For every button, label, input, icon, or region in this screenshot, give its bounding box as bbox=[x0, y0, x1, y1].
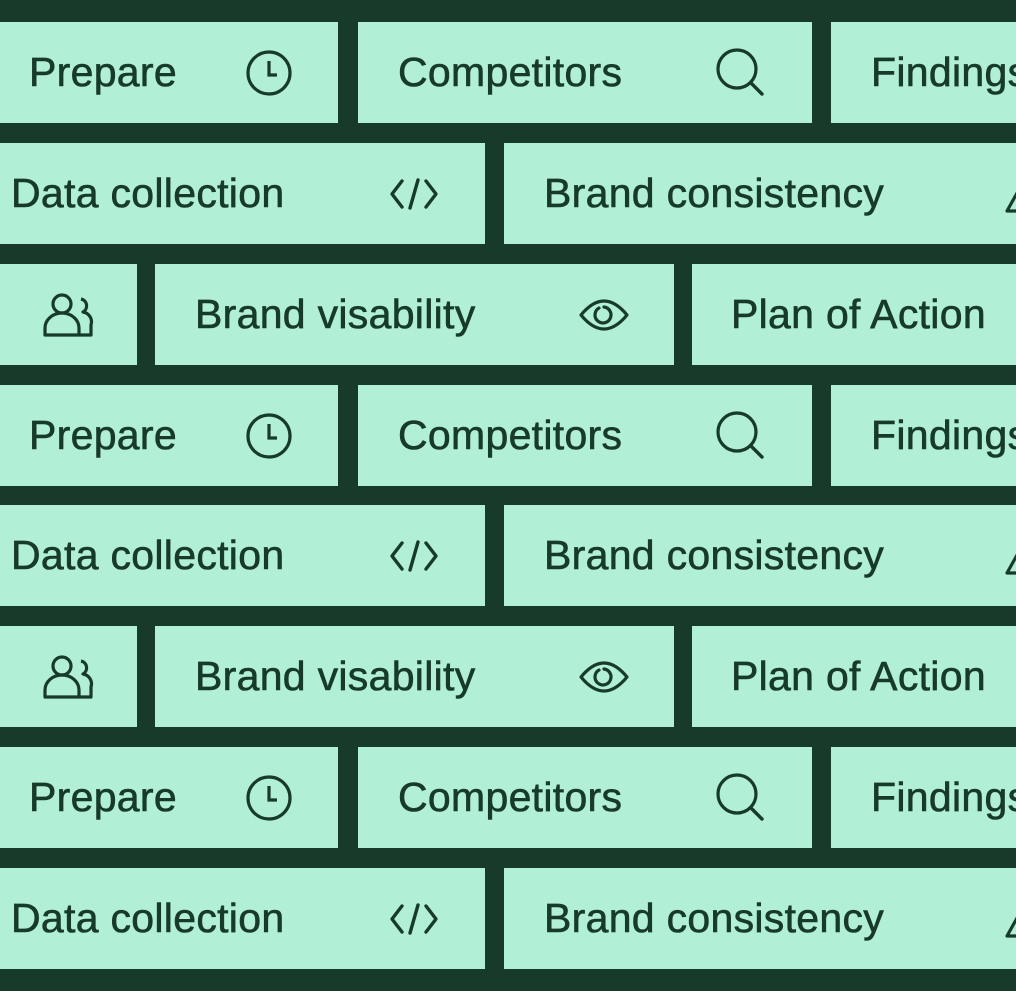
tile-label: Data collection bbox=[11, 532, 285, 579]
tile-row: Data collection Brand consistency bbox=[0, 505, 1016, 606]
tile-findings[interactable]: Findings bbox=[831, 22, 1016, 123]
tile-label: Competitors bbox=[398, 49, 623, 96]
tile-findings[interactable]: Findings bbox=[831, 747, 1016, 848]
users-icon bbox=[43, 654, 95, 700]
tile-brand-visability[interactable]: Brand visability bbox=[155, 626, 674, 727]
tile-prepare[interactable]: Prepare bbox=[0, 385, 338, 486]
tile-label: Prepare bbox=[29, 774, 177, 821]
tile-label: Data collection bbox=[11, 895, 285, 942]
tile-label: Findings bbox=[871, 49, 1016, 96]
tile-label: Findings bbox=[871, 412, 1016, 459]
tile-label: Data collection bbox=[11, 170, 285, 217]
tile-label: Brand consistency bbox=[544, 895, 885, 942]
tile-users[interactable] bbox=[0, 264, 137, 365]
tile-brand-visability[interactable]: Brand visability bbox=[155, 264, 674, 365]
users-icon bbox=[43, 292, 95, 338]
tile-users[interactable] bbox=[0, 626, 137, 727]
warning-icon bbox=[1004, 536, 1016, 576]
warning-icon bbox=[1004, 174, 1016, 214]
tile-row: Prepare Competitors Findings bbox=[0, 747, 1016, 848]
tile-pattern: Prepare Competitors Findings Data collec… bbox=[0, 0, 1016, 991]
tile-row: Brand visability Plan of Action bbox=[0, 626, 1016, 727]
clock-icon bbox=[245, 412, 293, 460]
tile-label: Brand consistency bbox=[544, 532, 885, 579]
tile-brand-consistency[interactable]: Brand consistency bbox=[504, 868, 1016, 969]
tile-data-collection[interactable]: Data collection bbox=[0, 868, 485, 969]
tile-brand-consistency[interactable]: Brand consistency bbox=[504, 143, 1016, 244]
search-icon bbox=[714, 772, 766, 824]
tile-brand-consistency[interactable]: Brand consistency bbox=[504, 505, 1016, 606]
tile-row: Prepare Competitors Findings bbox=[0, 22, 1016, 123]
tile-label: Competitors bbox=[398, 774, 623, 821]
tile-competitors[interactable]: Competitors bbox=[358, 385, 812, 486]
search-icon bbox=[714, 410, 766, 462]
tile-prepare[interactable]: Prepare bbox=[0, 22, 338, 123]
tile-label: Plan of Action bbox=[731, 653, 986, 700]
tile-competitors[interactable]: Competitors bbox=[358, 747, 812, 848]
tile-label: Findings bbox=[871, 774, 1016, 821]
tile-findings[interactable]: Findings bbox=[831, 385, 1016, 486]
tile-data-collection[interactable]: Data collection bbox=[0, 505, 485, 606]
search-icon bbox=[714, 47, 766, 99]
clock-icon bbox=[245, 774, 293, 822]
tile-label: Competitors bbox=[398, 412, 623, 459]
tile-label: Brand visability bbox=[195, 653, 476, 700]
code-icon bbox=[389, 176, 439, 212]
tile-label: Brand consistency bbox=[544, 170, 885, 217]
tile-row: Data collection Brand consistency bbox=[0, 868, 1016, 969]
tile-label: Plan of Action bbox=[731, 291, 986, 338]
tile-row: Prepare Competitors Findings bbox=[0, 385, 1016, 486]
tile-data-collection[interactable]: Data collection bbox=[0, 143, 485, 244]
tile-row: Brand visability Plan of Action bbox=[0, 264, 1016, 365]
tile-competitors[interactable]: Competitors bbox=[358, 22, 812, 123]
warning-icon bbox=[1004, 899, 1016, 939]
code-icon bbox=[389, 901, 439, 937]
tile-plan-of-action[interactable]: Plan of Action bbox=[692, 626, 1016, 727]
code-icon bbox=[389, 538, 439, 574]
tile-label: Prepare bbox=[29, 49, 177, 96]
eye-icon bbox=[578, 295, 630, 335]
eye-icon bbox=[578, 657, 630, 697]
tile-label: Brand visability bbox=[195, 291, 476, 338]
clock-icon bbox=[245, 49, 293, 97]
tile-label: Prepare bbox=[29, 412, 177, 459]
tile-plan-of-action[interactable]: Plan of Action bbox=[692, 264, 1016, 365]
tile-prepare[interactable]: Prepare bbox=[0, 747, 338, 848]
tile-row: Data collection Brand consistency bbox=[0, 143, 1016, 244]
